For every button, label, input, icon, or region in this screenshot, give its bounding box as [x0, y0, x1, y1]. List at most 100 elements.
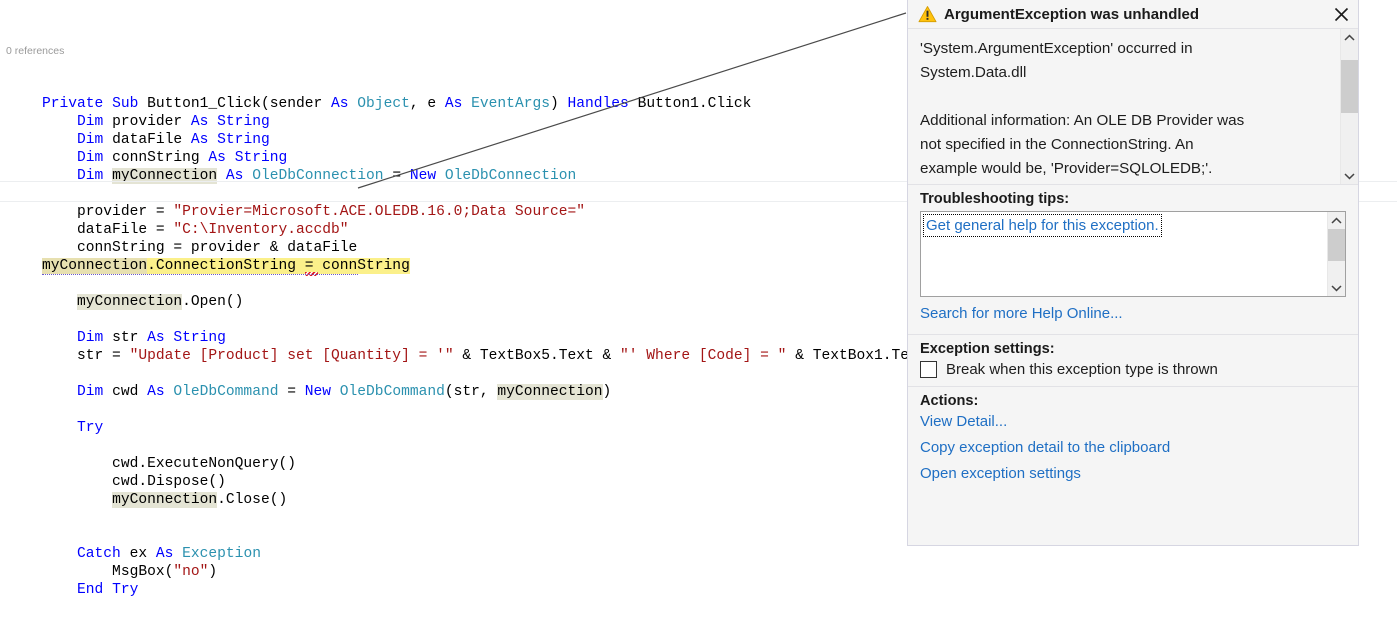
tip-link-general-help[interactable]: Get general help for this exception. — [923, 214, 1162, 237]
code-token: ex — [129, 546, 156, 562]
code-line[interactable] — [0, 275, 1000, 293]
code-line[interactable] — [0, 311, 1000, 329]
code-text[interactable]: 0 references Private Sub Button1_Click(s… — [0, 8, 1000, 635]
code-token: EventArgs — [471, 96, 550, 112]
code-token: myConnection — [112, 492, 218, 508]
exception-message-scrollbar[interactable] — [1340, 29, 1358, 184]
code-token: ) — [208, 564, 218, 580]
break-on-throw-row[interactable]: Break when this exception type is thrown — [920, 361, 1346, 378]
code-line[interactable]: provider = "Provier=Microsoft.ACE.OLEDB.… — [0, 203, 1000, 221]
code-token: As — [147, 384, 174, 400]
code-line[interactable] — [0, 437, 1000, 455]
code-line[interactable]: Dim str As String — [0, 329, 1000, 347]
code-token: Dim — [77, 150, 113, 166]
action-view-detail[interactable]: View Detail... — [920, 413, 1346, 430]
code-line[interactable]: myConnection.Open() — [0, 293, 1000, 311]
scrollbar-thumb[interactable] — [1328, 229, 1345, 261]
code-line[interactable]: Try — [0, 419, 1000, 437]
code-token: String — [217, 114, 270, 130]
code-token: connString — [112, 150, 209, 166]
code-line[interactable]: Dim myConnection As OleDbConnection = Ne… — [0, 167, 1000, 185]
exception-message-line-3: Additional information: An OLE DB Provid… — [920, 112, 1245, 129]
chevron-down-icon[interactable] — [1341, 167, 1358, 184]
scrollbar-thumb[interactable] — [1341, 60, 1358, 113]
exception-message-text: 'System.ArgumentException' occurred in S… — [908, 29, 1340, 184]
code-line[interactable]: Dim cwd As OleDbCommand = New OleDbComma… — [0, 383, 1000, 401]
break-on-throw-checkbox[interactable] — [920, 361, 937, 378]
code-token: "C:\Inventory.accdb" — [173, 222, 349, 238]
code-line[interactable]: Dim provider As String — [0, 113, 1000, 131]
code-token: Handles — [567, 96, 638, 112]
code-line[interactable]: Dim dataFile As String — [0, 131, 1000, 149]
code-token: String — [217, 132, 270, 148]
code-token: , e — [409, 96, 445, 112]
code-lines: Private Sub Button1_Click(sender As Obje… — [0, 95, 1000, 599]
code-line[interactable]: Private Sub Button1_Click(sender As Obje… — [0, 95, 1000, 113]
code-line[interactable]: dataFile = "C:\Inventory.accdb" — [0, 221, 1000, 239]
code-token: String — [234, 150, 288, 166]
tips-scrollbar[interactable] — [1327, 212, 1345, 296]
code-token: OleDbCommand — [173, 384, 288, 400]
code-token: As — [208, 150, 235, 166]
current-statement-line[interactable]: myConnection.ConnectionString = connStri… — [0, 257, 1000, 276]
troubleshooting-tips-box[interactable]: Get general help for this exception. — [920, 211, 1346, 297]
tips-list: Get general help for this exception. — [921, 212, 1327, 296]
code-line[interactable]: Catch ex As Exception — [0, 545, 1000, 563]
code-token: = — [287, 384, 305, 400]
break-on-throw-label: Break when this exception type is thrown — [946, 361, 1218, 378]
exception-message-line-2: System.Data.dll — [920, 64, 1027, 81]
code-line[interactable]: myConnection.Close() — [0, 491, 1000, 509]
chevron-down-icon[interactable] — [1328, 279, 1345, 296]
code-token: Dim — [77, 132, 113, 148]
code-token: Button1_Click(sender — [147, 96, 332, 112]
code-token: cwd.Dispose() — [42, 474, 226, 490]
code-token: Dim — [77, 384, 113, 400]
close-icon[interactable] — [1328, 2, 1354, 26]
code-line[interactable]: Dim connString As String — [0, 149, 1000, 167]
code-line[interactable] — [0, 527, 1000, 545]
code-token: dataFile — [112, 132, 191, 148]
chevron-up-icon[interactable] — [1328, 212, 1345, 229]
code-token: MsgBox( — [42, 564, 174, 580]
code-line[interactable]: str = "Update [Product] set [Quantity] =… — [0, 347, 1000, 365]
code-token: connString = provider & dataFile — [42, 240, 358, 256]
code-token: str = — [42, 348, 130, 364]
code-line[interactable]: cwd.ExecuteNonQuery() — [0, 455, 1000, 473]
scrollbar-track[interactable] — [1341, 46, 1358, 167]
code-token: OleDbCommand — [339, 384, 445, 400]
action-copy-exception-detail[interactable]: Copy exception detail to the clipboard — [920, 439, 1346, 456]
code-token: As — [155, 546, 183, 562]
exception-message-line-1: 'System.ArgumentException' occurred in — [920, 40, 1193, 57]
code-token: ) — [549, 96, 568, 112]
code-token: Object — [357, 96, 410, 112]
code-line[interactable] — [0, 365, 1000, 383]
code-line[interactable]: connString = provider & dataFile — [0, 239, 1000, 257]
code-token: As — [147, 330, 174, 346]
code-line[interactable]: MsgBox("no") — [0, 563, 1000, 581]
codelens-references[interactable]: 0 references — [0, 44, 1000, 59]
code-token: (str, — [444, 384, 498, 400]
code-token: & TextBox5.Text & — [453, 348, 621, 364]
code-line[interactable]: cwd.Dispose() — [0, 473, 1000, 491]
code-line[interactable] — [0, 509, 1000, 527]
code-token: End — [77, 582, 113, 598]
code-token: Button1.Click — [637, 96, 752, 112]
code-line[interactable]: End Try — [0, 581, 1000, 599]
search-help-online-link[interactable]: Search for more Help Online... — [920, 305, 1346, 322]
action-open-exception-settings[interactable]: Open exception settings — [920, 465, 1346, 482]
code-token: Exception — [182, 546, 261, 562]
exception-helper-panel[interactable]: ArgumentException was unhandled 'System.… — [907, 0, 1359, 546]
code-token: provider = — [42, 204, 174, 220]
code-token: ) — [602, 384, 612, 400]
actions-heading: Actions: — [920, 393, 979, 409]
scrollbar-track[interactable] — [1328, 229, 1345, 279]
code-line[interactable] — [0, 401, 1000, 419]
chevron-up-icon[interactable] — [1341, 29, 1358, 46]
